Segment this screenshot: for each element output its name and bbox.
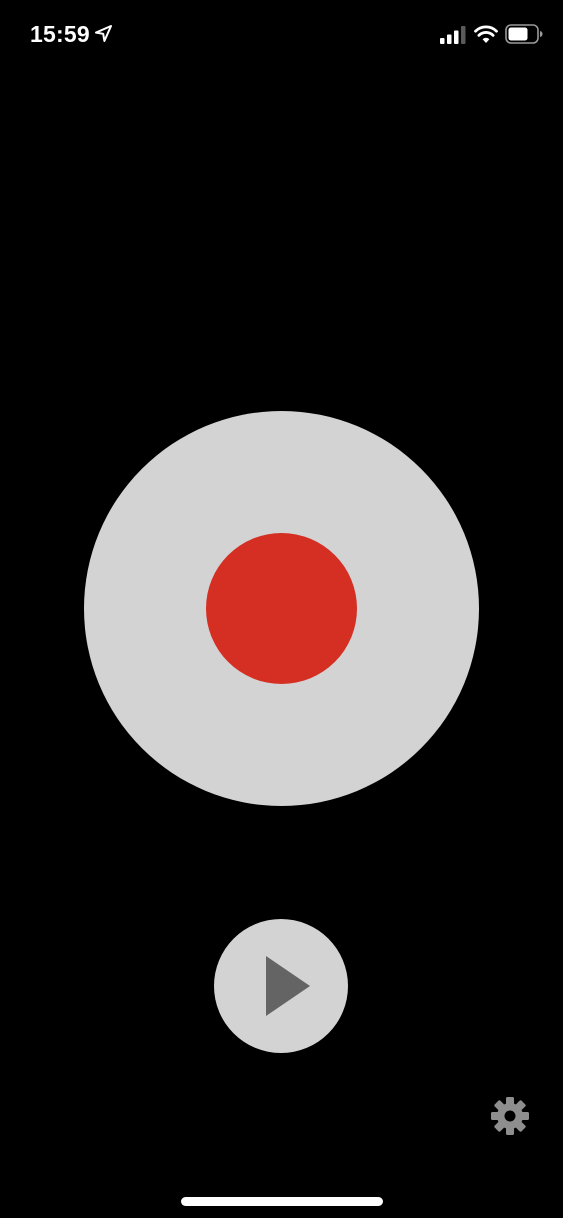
status-bar: 15:59: [0, 0, 563, 70]
wifi-icon: [474, 25, 498, 43]
play-button[interactable]: [214, 919, 348, 1053]
play-icon: [266, 956, 310, 1016]
cellular-signal-icon: [440, 26, 466, 44]
record-button[interactable]: [84, 411, 479, 806]
settings-button[interactable]: [488, 1094, 532, 1138]
status-time: 15:59: [30, 21, 90, 47]
home-indicator[interactable]: [181, 1197, 383, 1206]
battery-icon: [505, 24, 543, 44]
location-arrow-icon: [95, 25, 112, 42]
record-dot-icon: [206, 533, 357, 684]
gear-icon: [491, 1097, 529, 1135]
